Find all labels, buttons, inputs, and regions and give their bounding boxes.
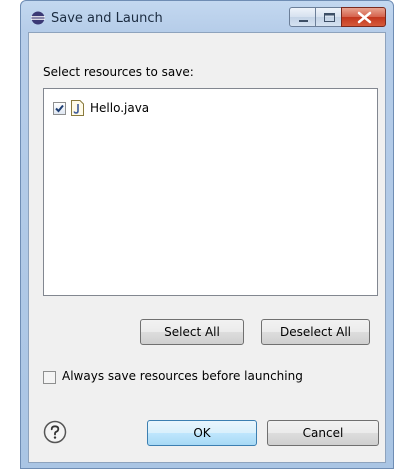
select-all-button[interactable]: Select All bbox=[140, 319, 244, 345]
resources-list[interactable]: Hello.java bbox=[43, 88, 378, 296]
dialog-content: Select resources to save: Hello.java Sel… bbox=[28, 32, 386, 463]
select-resources-label: Select resources to save: bbox=[43, 65, 194, 79]
eclipse-icon bbox=[31, 11, 45, 25]
checkmark-icon bbox=[55, 104, 64, 113]
ok-button[interactable]: OK bbox=[147, 420, 257, 446]
help-icon[interactable] bbox=[43, 420, 67, 444]
deselect-all-button[interactable]: Deselect All bbox=[261, 319, 370, 345]
always-save-checkbox[interactable] bbox=[43, 371, 56, 384]
close-icon bbox=[357, 11, 372, 24]
resource-label[interactable]: Hello.java bbox=[90, 101, 149, 115]
close-button[interactable] bbox=[341, 7, 386, 27]
maximize-button[interactable] bbox=[315, 7, 342, 27]
resource-checkbox[interactable] bbox=[53, 102, 66, 115]
minimize-button[interactable] bbox=[289, 7, 316, 27]
cancel-button[interactable]: Cancel bbox=[267, 420, 379, 446]
java-file-icon bbox=[71, 100, 84, 116]
title-bar[interactable]: Save and Launch bbox=[21, 1, 393, 35]
maximize-icon bbox=[324, 13, 335, 22]
save-and-launch-window: Save and Launch Select resources to save… bbox=[20, 0, 394, 469]
minimize-icon bbox=[299, 20, 308, 22]
always-save-label[interactable]: Always save resources before launching bbox=[62, 369, 303, 383]
window-title: Save and Launch bbox=[51, 11, 163, 26]
